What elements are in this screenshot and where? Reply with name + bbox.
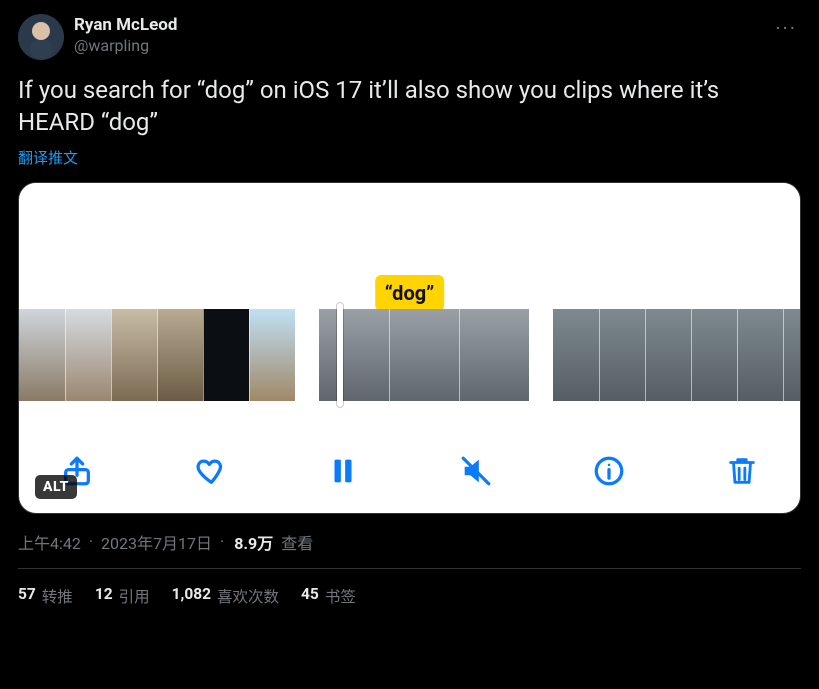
heart-button[interactable] (190, 451, 230, 491)
translate-link[interactable]: 翻译推文 (18, 147, 78, 168)
tweet: Ryan McLeod @warpling ··· If you search … (0, 0, 819, 607)
thumbnail (783, 309, 801, 401)
meta-separator (216, 532, 228, 551)
tweet-meta: 上午4:42 2023年7月17日 8.9万 查看 (18, 530, 801, 554)
thumbnail (459, 309, 529, 401)
avatar[interactable] (18, 14, 64, 60)
clip-group-1[interactable] (19, 309, 295, 401)
quotes-label: 引用 (119, 585, 150, 607)
bookmarks-label: 书签 (325, 585, 356, 607)
thumbnail (691, 309, 737, 401)
info-icon (592, 454, 626, 488)
thumbnail (389, 309, 459, 401)
info-button[interactable] (589, 451, 629, 491)
thumbnail (249, 309, 295, 401)
thumbnail (737, 309, 783, 401)
clip-group-3[interactable] (553, 309, 801, 401)
views-label: 查看 (281, 530, 313, 554)
display-name[interactable]: Ryan McLeod (74, 14, 177, 36)
retweets-label: 转推 (42, 585, 73, 607)
heart-icon (193, 454, 227, 488)
views-count[interactable]: 8.9万 (234, 530, 273, 554)
quotes-stat[interactable]: 12 引用 (95, 585, 150, 607)
retweets-count: 57 (18, 585, 36, 607)
tweet-header: Ryan McLeod @warpling ··· (18, 14, 801, 60)
media-toolbar (19, 441, 800, 501)
playhead[interactable] (337, 303, 343, 407)
thumbnail (111, 309, 157, 401)
trash-button[interactable] (722, 451, 762, 491)
likes-count: 1,082 (172, 585, 211, 607)
bookmarks-stat[interactable]: 45 书签 (301, 585, 356, 607)
quotes-count: 12 (95, 585, 113, 607)
thumbnail (645, 309, 691, 401)
thumbnail (319, 309, 389, 401)
mute-icon (459, 454, 493, 488)
thumbnail (65, 309, 111, 401)
meta-separator (85, 532, 97, 551)
thumbnail (157, 309, 203, 401)
search-match-tag: “dog” (375, 275, 445, 311)
retweets-stat[interactable]: 57 转推 (18, 585, 73, 607)
tweet-text: If you search for “dog” on iOS 17 it’ll … (18, 74, 801, 139)
mute-button[interactable] (456, 451, 496, 491)
media-top-blank: “dog” (19, 183, 800, 309)
video-timeline-strip[interactable] (19, 309, 800, 401)
tweet-time[interactable]: 上午4:42 (18, 530, 81, 554)
thumbnail (553, 309, 599, 401)
clip-group-2[interactable] (319, 309, 529, 401)
thumbnail (203, 309, 249, 401)
alt-badge[interactable]: ALT (35, 475, 77, 499)
more-button[interactable]: ··· (771, 14, 801, 42)
likes-label: 喜欢次数 (217, 585, 279, 607)
author-block: Ryan McLeod @warpling (74, 14, 177, 57)
trash-icon (725, 454, 759, 488)
pause-button[interactable] (323, 451, 363, 491)
bookmarks-count: 45 (301, 585, 319, 607)
tweet-stats: 57 转推 12 引用 1,082 喜欢次数 45 书签 (18, 569, 801, 607)
tweet-date[interactable]: 2023年7月17日 (101, 530, 212, 554)
media-card[interactable]: “dog” (18, 182, 801, 514)
handle[interactable]: @warpling (74, 36, 177, 57)
avatar-image (18, 14, 64, 60)
thumbnail (599, 309, 645, 401)
thumbnail (19, 309, 65, 401)
likes-stat[interactable]: 1,082 喜欢次数 (172, 585, 279, 607)
pause-icon (326, 454, 360, 488)
